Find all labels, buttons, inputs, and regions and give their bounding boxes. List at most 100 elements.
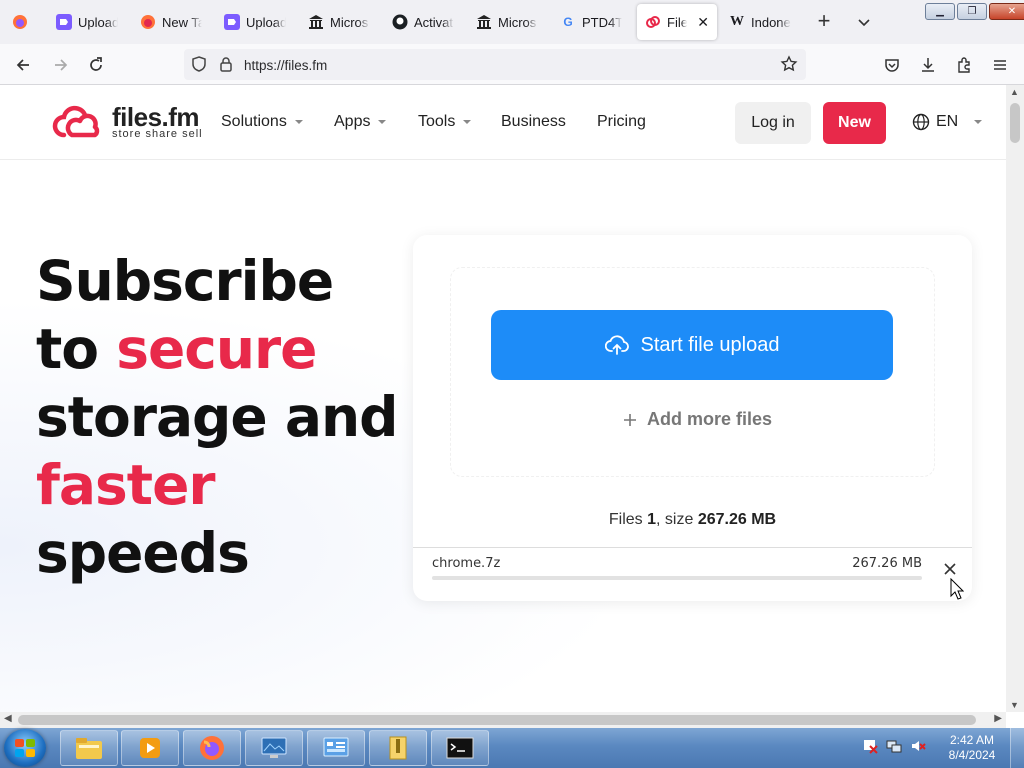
add-more-files-button[interactable]: Add more files <box>623 409 772 430</box>
control-panel-icon <box>323 737 349 757</box>
clock-date: 8/4/2024 <box>948 748 996 762</box>
remove-file-button[interactable] <box>941 560 959 578</box>
start-upload-button[interactable]: Start file upload <box>491 310 893 380</box>
windows-taskbar: 2:42 AM 8/4/2024 <box>0 728 1024 768</box>
url-input[interactable] <box>244 55 764 75</box>
start-button[interactable] <box>4 729 46 767</box>
nav-business-label: Business <box>501 113 566 130</box>
nav-tools[interactable]: Tools <box>418 113 472 131</box>
nav-solutions[interactable]: Solutions <box>221 113 303 131</box>
nav-tools-label: Tools <box>418 113 456 130</box>
caret-down-icon <box>463 120 472 124</box>
scroll-up-icon[interactable]: ▲ <box>1010 87 1019 97</box>
vertical-scrollbar[interactable]: ▲ ▼ <box>1006 85 1024 712</box>
taskbar-media-player[interactable] <box>121 730 179 766</box>
scroll-down-icon[interactable]: ▼ <box>1010 700 1019 710</box>
taskbar-control-panel[interactable] <box>307 730 365 766</box>
tab-files-fm[interactable]: File ✕ <box>637 4 717 40</box>
downloads-icon[interactable] <box>917 54 939 76</box>
firefox-icon <box>200 736 224 760</box>
hero-line-3: storage and <box>36 385 399 449</box>
reload-icon[interactable] <box>83 52 109 78</box>
caret-down-icon <box>294 120 303 124</box>
navigation-toolbar <box>0 44 1024 85</box>
file-size: 267.26 MB <box>852 556 922 571</box>
close-window-icon[interactable]: ✕ <box>989 3 1024 20</box>
scroll-right-icon[interactable]: ▶ <box>994 713 1002 724</box>
chevron-down-icon[interactable] <box>852 10 876 34</box>
window-controls: ▁ ❐ ✕ <box>925 3 1024 20</box>
tab-new-tab[interactable]: New Ta <box>132 4 216 40</box>
caret-down-icon <box>378 120 387 124</box>
lock-icon[interactable] <box>218 55 234 78</box>
hero-line-1: Subscribe <box>36 249 334 313</box>
minimize-icon[interactable]: ▁ <box>925 3 955 20</box>
filesfm-icon <box>645 14 661 30</box>
museum-icon <box>308 14 324 30</box>
hamburger-menu-icon[interactable] <box>989 54 1011 76</box>
tab-upload-2[interactable]: Upload <box>216 4 300 40</box>
system-clock[interactable]: 2:42 AM 8/4/2024 <box>944 733 1000 763</box>
taskbar-remote-desktop[interactable] <box>245 730 303 766</box>
github-icon <box>392 14 408 30</box>
close-tab-icon[interactable]: ✕ <box>697 14 709 31</box>
site-header: files.fm store share sell Solutions Apps… <box>0 85 1006 160</box>
network-icon[interactable] <box>886 738 902 754</box>
nav-business[interactable]: Business <box>501 113 566 131</box>
system-tray <box>862 738 926 754</box>
tab-strip: Upload New Ta Upload Micros Activat Micr… <box>0 0 1024 44</box>
google-icon: G <box>563 15 573 29</box>
back-icon[interactable] <box>10 52 36 78</box>
nav-pricing[interactable]: Pricing <box>597 113 646 131</box>
hero-heading: Subscribe to secure storage and faster s… <box>36 247 399 587</box>
taskbar-command-prompt[interactable] <box>431 730 489 766</box>
nav-pricing-label: Pricing <box>597 113 646 130</box>
archive-icon <box>389 736 407 760</box>
vertical-scroll-thumb[interactable] <box>1010 103 1020 143</box>
globe-icon <box>912 113 930 131</box>
tab-microsoft-2[interactable]: Micros <box>468 4 552 40</box>
address-bar[interactable] <box>184 49 806 80</box>
wikipedia-icon: W <box>730 14 744 29</box>
restore-icon[interactable]: ❐ <box>957 3 987 20</box>
nav-apps[interactable]: Apps <box>334 113 387 131</box>
tab-microsoft-1[interactable]: Micros <box>300 4 384 40</box>
action-center-icon[interactable] <box>862 738 878 754</box>
new-button[interactable]: New <box>823 102 886 144</box>
tab-wikipedia[interactable]: W Indones <box>721 4 805 40</box>
language-selector[interactable]: EN <box>912 113 983 131</box>
clock-time: 2:42 AM <box>949 733 995 747</box>
login-button[interactable]: Log in <box>735 102 811 144</box>
tab-activate[interactable]: Activat <box>384 4 468 40</box>
show-desktop-button[interactable] <box>1010 728 1024 768</box>
folder-icon <box>76 738 102 759</box>
monitor-icon <box>261 737 287 758</box>
terminal-icon <box>446 737 474 759</box>
add-more-label: Add more files <box>647 409 773 429</box>
scroll-left-icon[interactable]: ◀ <box>4 713 12 724</box>
pocket-icon[interactable] <box>881 54 903 76</box>
nav-apps-label: Apps <box>334 113 371 130</box>
new-tab-icon[interactable]: + <box>812 10 836 34</box>
forward-icon[interactable] <box>48 52 74 78</box>
upload-progress-bar <box>432 576 922 580</box>
tab-upload-1[interactable]: Upload <box>48 4 132 40</box>
taskbar-firefox[interactable] <box>183 730 241 766</box>
tracking-protection-icon[interactable] <box>190 55 208 78</box>
mouse-cursor-icon <box>950 578 964 600</box>
bookmark-star-icon[interactable] <box>780 55 798 78</box>
total-size: 267.26 MB <box>697 511 777 528</box>
windows-logo-icon <box>15 739 35 757</box>
taskbar-archive[interactable] <box>369 730 427 766</box>
proton-icon <box>224 14 240 30</box>
tab-google[interactable]: G PTD4T <box>552 4 636 40</box>
start-upload-label: Start file upload <box>640 333 780 356</box>
extensions-icon[interactable] <box>953 54 975 76</box>
taskbar-explorer[interactable] <box>60 730 118 766</box>
firefox-menu-icon[interactable] <box>6 9 34 35</box>
plus-icon <box>624 413 636 426</box>
horizontal-scrollbar[interactable]: ◀ ▶ <box>0 712 1006 728</box>
volume-muted-icon[interactable] <box>910 738 926 754</box>
horizontal-scroll-thumb[interactable] <box>18 715 976 725</box>
files-fm-logo[interactable]: files.fm store share sell <box>52 104 203 141</box>
